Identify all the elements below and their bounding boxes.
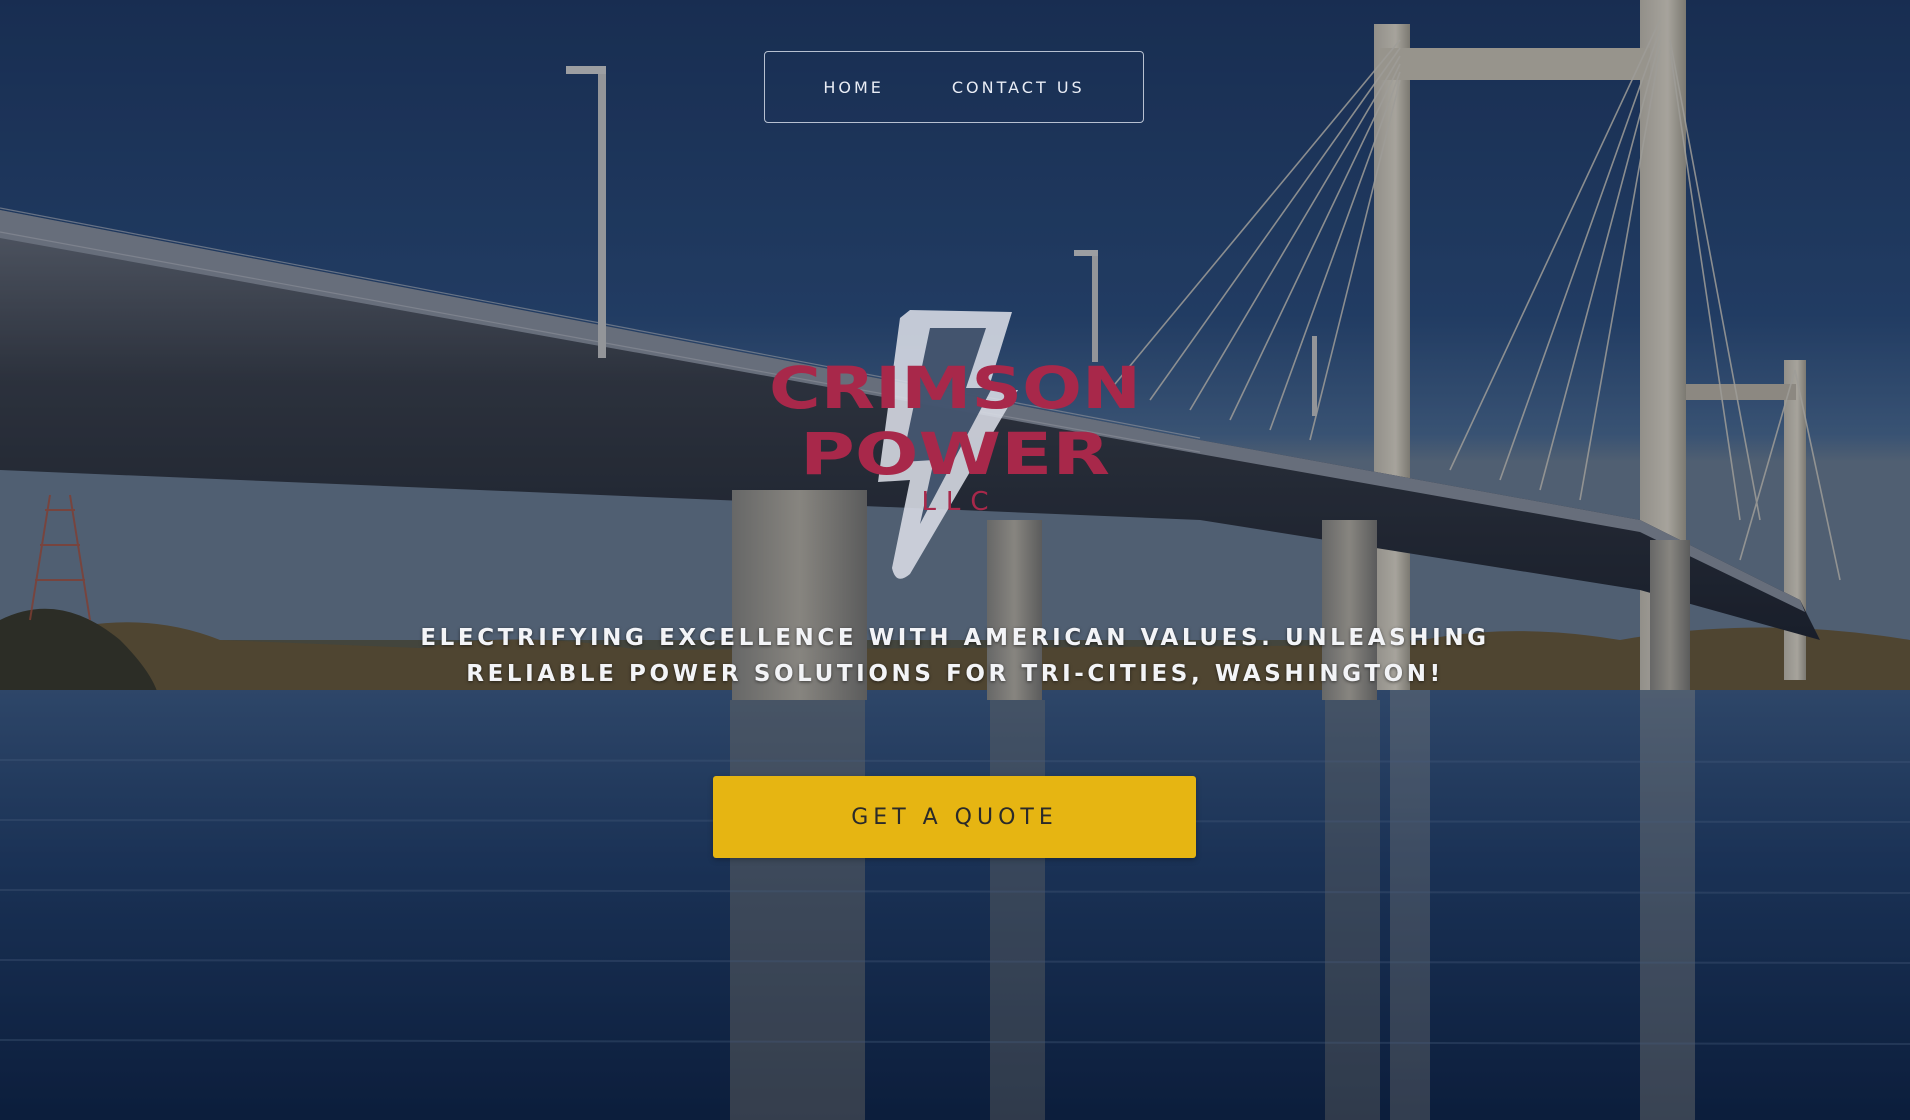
hero-tagline-line-2: RELIABLE POWER SOLUTIONS FOR TRI-CITIES,… bbox=[466, 661, 1444, 687]
logo-line-crimson: CRIMSON bbox=[769, 354, 1141, 422]
hero-section: HOME CONTACT US CRIMSON POWER LLC ELECTR… bbox=[0, 0, 1910, 1120]
crimson-power-logo: CRIMSON POWER LLC bbox=[769, 310, 1141, 579]
logo-line-power: POWER bbox=[800, 420, 1110, 488]
hero-tagline: ELECTRIFYING EXCELLENCE WITH AMERICAN VA… bbox=[380, 620, 1530, 692]
hero-tagline-line-1: ELECTRIFYING EXCELLENCE WITH AMERICAN VA… bbox=[420, 625, 1490, 651]
main-nav: HOME CONTACT US bbox=[764, 51, 1144, 123]
logo-line-llc: LLC bbox=[921, 487, 998, 517]
get-a-quote-button[interactable]: GET A QUOTE bbox=[713, 776, 1196, 858]
nav-contact-us-link[interactable]: CONTACT US bbox=[952, 78, 1085, 97]
nav-home-link[interactable]: HOME bbox=[823, 78, 884, 97]
